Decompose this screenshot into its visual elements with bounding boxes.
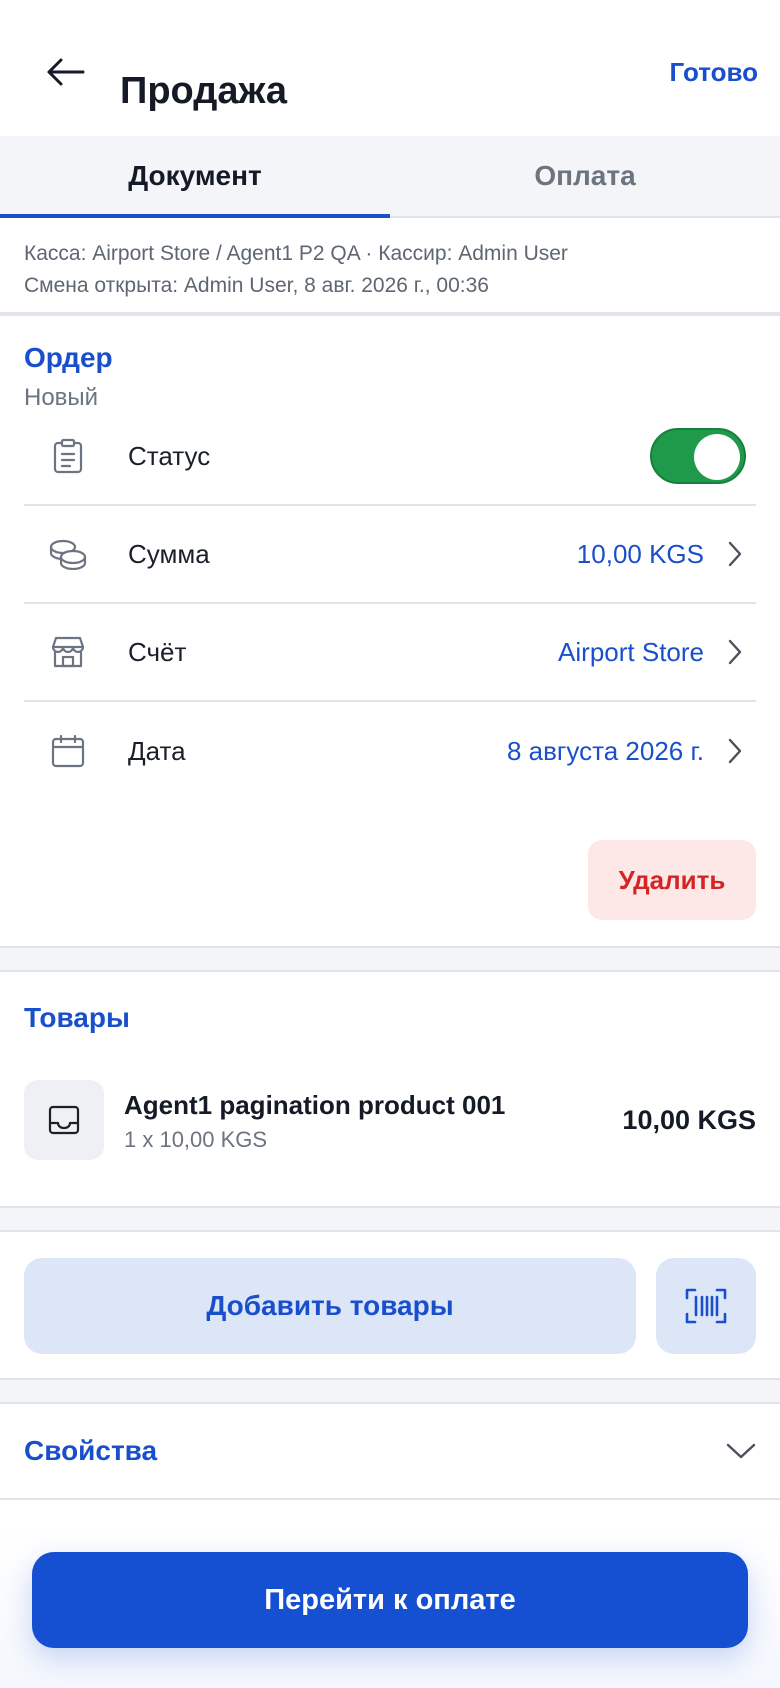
coins-icon — [49, 539, 87, 570]
footer-bar: Перейти к оплате — [0, 1526, 780, 1688]
amount-label: Сумма — [128, 538, 210, 569]
status-row: Статус — [24, 408, 756, 506]
date-row[interactable]: Дата 8 августа 2026 г. — [24, 702, 756, 800]
tab-payment[interactable]: Оплата — [390, 136, 780, 216]
proceed-to-payment-button[interactable]: Перейти к оплате — [32, 1552, 748, 1648]
product-quantity: 1 x 10,00 KGS — [124, 1127, 268, 1152]
amount-value: 10,00 KGS — [576, 538, 704, 569]
calendar-icon — [51, 734, 85, 768]
tab-document[interactable]: Документ — [0, 136, 390, 218]
goods-actions: Добавить товары — [0, 1232, 780, 1378]
goods-title: Товары — [24, 1002, 130, 1033]
product-price: 10,00 KGS — [622, 1104, 756, 1135]
arrow-left-icon — [47, 58, 85, 86]
product-thumbnail — [24, 1080, 104, 1160]
section-divider — [0, 946, 780, 972]
product-name: Agent1 pagination product 001 — [124, 1090, 506, 1120]
order-title: Ордер — [24, 342, 113, 373]
inbox-icon — [48, 1105, 80, 1135]
chevron-right-icon — [728, 639, 742, 665]
properties-accordion[interactable]: Свойства — [0, 1404, 780, 1500]
done-button[interactable]: Готово — [670, 57, 758, 88]
account-value: Airport Store — [558, 636, 704, 667]
barcode-scan-icon — [685, 1288, 727, 1324]
date-label: Дата — [128, 735, 186, 766]
clipboard-icon — [53, 438, 83, 474]
toggle-knob — [694, 434, 740, 480]
chevron-down-icon — [726, 1443, 756, 1459]
add-goods-button[interactable]: Добавить товары — [24, 1258, 636, 1354]
shift-opened-line: Смена открыта: Admin User, 8 авг. 2026 г… — [24, 274, 489, 297]
chevron-right-icon — [728, 738, 742, 764]
date-value: 8 августа 2026 г. — [506, 735, 704, 766]
tab-bar: Документ Оплата — [0, 136, 780, 218]
order-section: Ордер Новый Статус Сумма 10,00 KGS Счёт … — [0, 316, 780, 946]
store-icon — [51, 636, 85, 668]
section-divider — [0, 1206, 780, 1232]
page-title: Продажа — [120, 70, 288, 112]
register-cashier-line: Касса: Airport Store / Agent1 P2 QA · Ка… — [24, 242, 568, 265]
session-info: Касса: Airport Store / Agent1 P2 QA · Ка… — [0, 218, 780, 316]
section-divider — [0, 1378, 780, 1404]
account-row[interactable]: Счёт Airport Store — [24, 604, 756, 702]
status-toggle[interactable] — [650, 428, 746, 484]
list-item[interactable]: Agent1 pagination product 001 1 x 10,00 … — [24, 1080, 756, 1160]
amount-row[interactable]: Сумма 10,00 KGS — [24, 506, 756, 604]
account-label: Счёт — [128, 636, 187, 667]
goods-section: Товары Agent1 pagination product 001 1 x… — [0, 972, 780, 1206]
properties-title: Свойства — [24, 1435, 158, 1466]
status-label: Статус — [128, 440, 211, 471]
back-button[interactable] — [40, 50, 90, 94]
chevron-right-icon — [728, 541, 742, 567]
barcode-scan-button[interactable] — [656, 1258, 756, 1354]
delete-button[interactable]: Удалить — [588, 840, 756, 920]
app-header: Продажа Готово — [0, 0, 780, 136]
